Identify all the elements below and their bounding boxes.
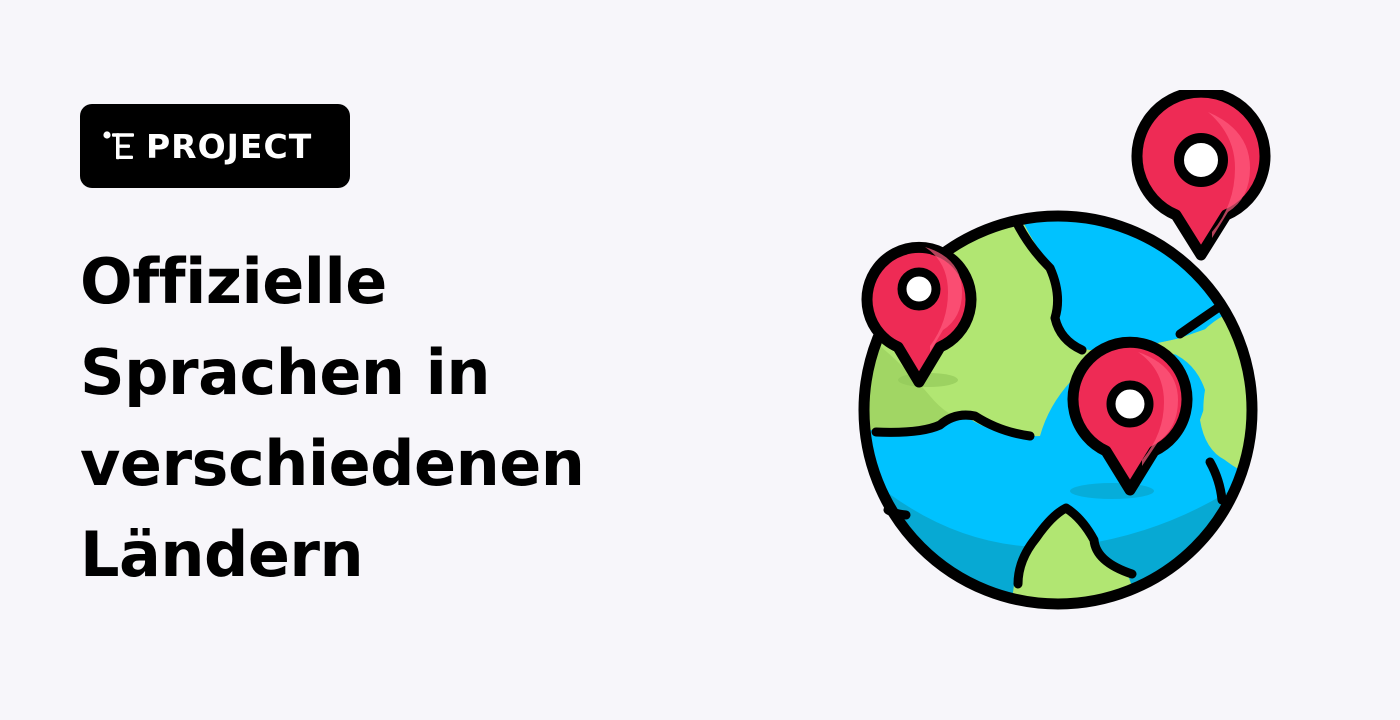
labex-logo-icon [103,131,134,160]
project-badge: PROJECT [80,104,350,188]
title-line-1: Offizielle [80,245,387,318]
badge-label: PROJECT [146,126,313,166]
globe-with-location-pins-icon [858,90,1271,610]
page-title: Offizielle Sprachen in verschiedenen Län… [80,236,760,600]
location-pin-icon [1131,90,1271,261]
title-line-3: verschiedenen [80,427,585,500]
title-line-4: Ländern [80,518,364,591]
title-line-2: Sprachen in [80,336,491,409]
